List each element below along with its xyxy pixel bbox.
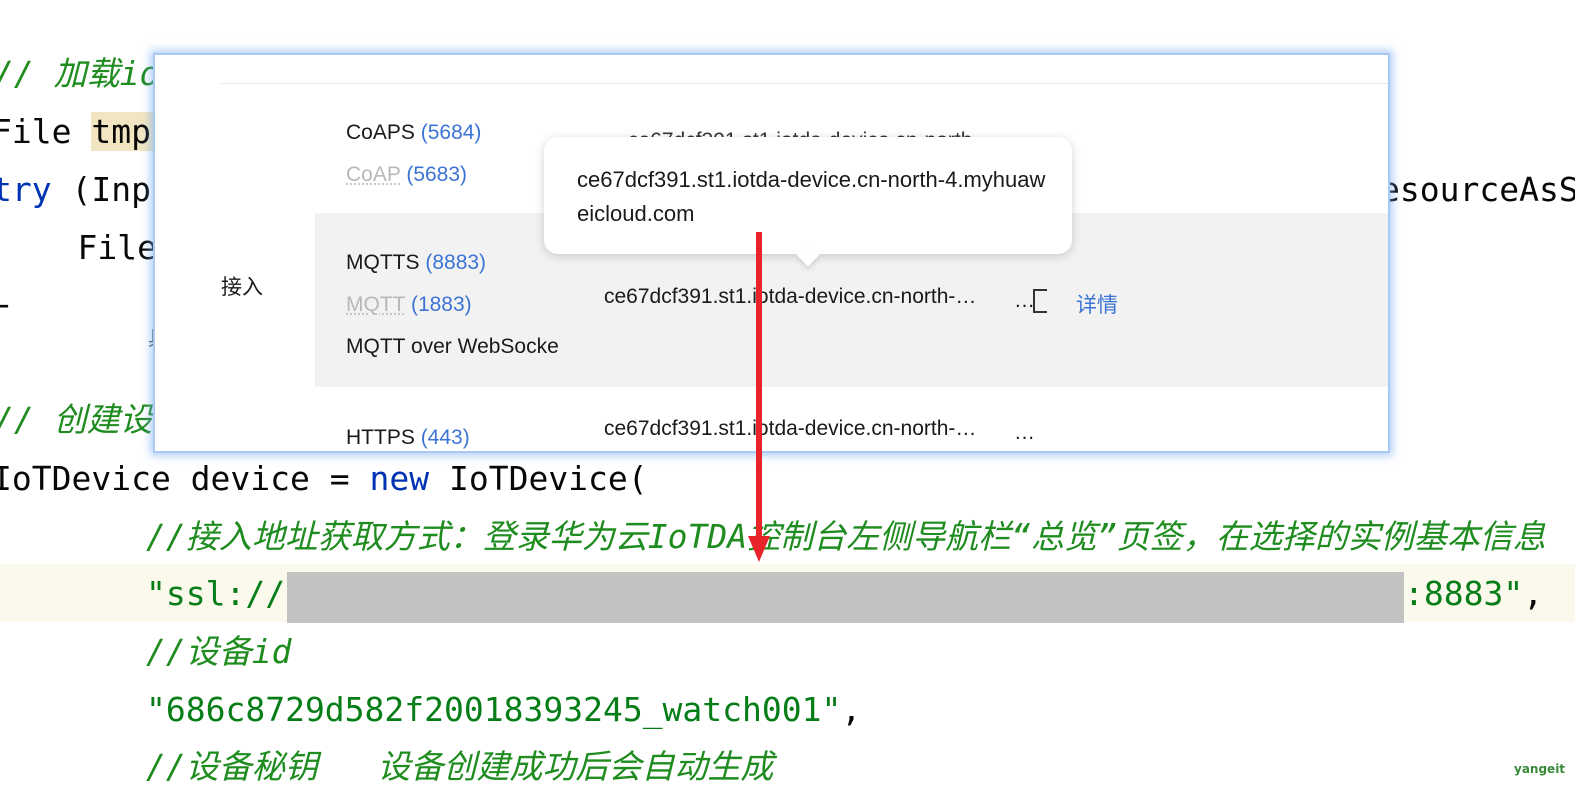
watermark: yangeit (1514, 762, 1566, 776)
arrow-head-icon (748, 536, 770, 562)
annotation-arrow (748, 232, 770, 562)
